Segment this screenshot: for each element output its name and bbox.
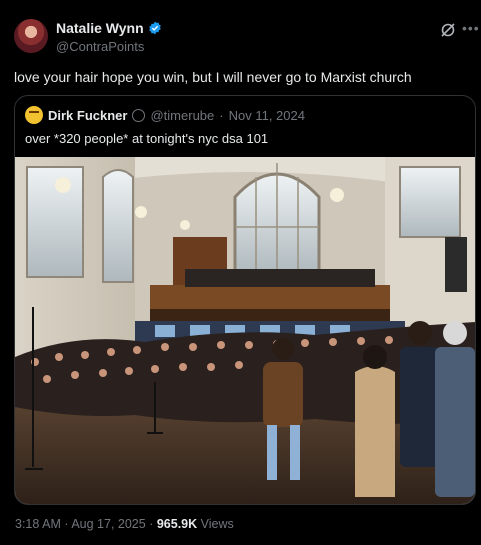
quote-tweet-card[interactable]: Dirk Fuckner @timerube · Nov 11, 2024 ov… bbox=[14, 95, 476, 505]
quote-header: Dirk Fuckner @timerube · Nov 11, 2024 bbox=[25, 106, 305, 124]
event-photo[interactable] bbox=[15, 157, 475, 504]
author-handle[interactable]: @ContraPoints bbox=[56, 39, 144, 54]
verified-badge-icon bbox=[148, 21, 161, 35]
quote-separator: · bbox=[219, 107, 224, 123]
tweet-date[interactable]: Aug 17, 2025 bbox=[71, 517, 145, 531]
balcony-crowd bbox=[185, 269, 375, 287]
quote-handle[interactable]: @timerube bbox=[150, 108, 214, 123]
left-window-2 bbox=[102, 169, 134, 283]
left-window bbox=[26, 166, 84, 278]
author-avatar[interactable] bbox=[14, 19, 48, 53]
tweet-time[interactable]: 3:18 AM bbox=[15, 517, 61, 531]
quote-date[interactable]: Nov 11, 2024 bbox=[229, 108, 305, 123]
right-window bbox=[399, 166, 461, 238]
author-display-name[interactable]: Natalie Wynn bbox=[56, 20, 144, 36]
meta-separator: · bbox=[64, 517, 69, 531]
grok-icon[interactable] bbox=[440, 22, 456, 38]
quote-avatar[interactable] bbox=[25, 106, 43, 124]
author-name-row: Natalie Wynn bbox=[56, 20, 162, 36]
meta-separator-2: · bbox=[149, 517, 154, 531]
tweet-text: love your hair hope you win, but I will … bbox=[14, 69, 412, 85]
automated-account-icon bbox=[132, 108, 146, 122]
balcony bbox=[150, 285, 390, 311]
tweet-meta-row: 3:18 AM · Aug 17, 2025 · 965.9K Views bbox=[15, 517, 234, 531]
views-label: Views bbox=[200, 517, 234, 531]
quote-text: over *320 people* at tonight's nyc dsa 1… bbox=[25, 131, 269, 146]
quote-display-name[interactable]: Dirk Fuckner bbox=[48, 108, 127, 123]
views-count[interactable]: 965.9K bbox=[157, 517, 197, 531]
more-icon[interactable]: ••• bbox=[462, 20, 480, 36]
speaker bbox=[445, 237, 467, 292]
